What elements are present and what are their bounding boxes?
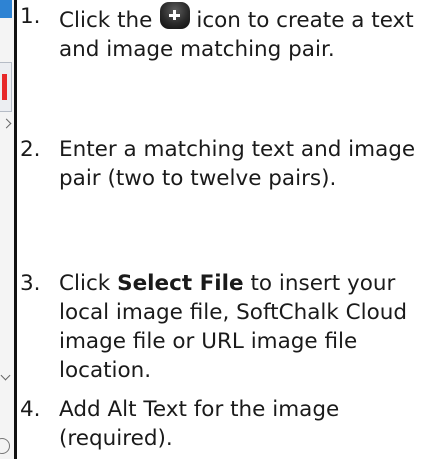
step-text: Click the icon to create a text and image… bbox=[59, 2, 425, 64]
left-panel-edge bbox=[0, 0, 14, 459]
panel-divider bbox=[14, 0, 17, 459]
chevron-fragment-icon bbox=[1, 118, 12, 129]
step-text: Click Select File to insert your local i… bbox=[59, 269, 425, 385]
step-text-before-bold: Click bbox=[59, 271, 111, 296]
step-number: 1. bbox=[20, 4, 41, 29]
circle-fragment-icon bbox=[0, 438, 10, 454]
panel-red-fragment bbox=[2, 74, 7, 100]
step-text: Enter a matching text and image pair (tw… bbox=[59, 137, 416, 191]
panel-header-fragment bbox=[0, 0, 12, 18]
step-text: Add Alt Text for the image (required). bbox=[59, 397, 340, 451]
chevron-fragment-icon bbox=[0, 370, 11, 381]
step-text-before-icon: Click the bbox=[59, 8, 153, 33]
step-number: 4. bbox=[20, 397, 41, 422]
step-number: 3. bbox=[20, 271, 41, 296]
plus-icon bbox=[160, 2, 191, 29]
select-file-label: Select File bbox=[117, 271, 244, 296]
step-number: 2. bbox=[20, 137, 41, 162]
